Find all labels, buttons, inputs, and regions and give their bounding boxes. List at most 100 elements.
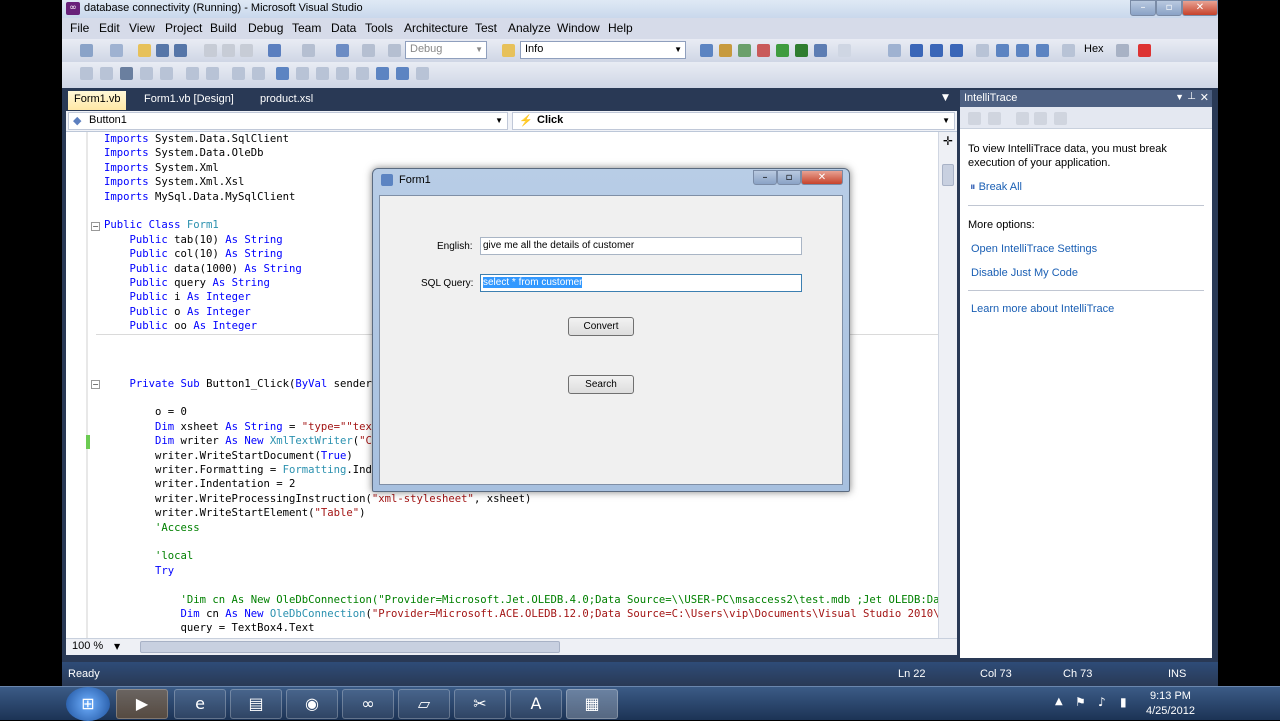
clear-bookmarks-icon[interactable] — [376, 67, 389, 80]
english-textbox[interactable]: give me all the details of customer — [480, 237, 802, 255]
signal-tray-icon[interactable]: ▮ — [1120, 695, 1127, 709]
align-centers-icon[interactable] — [100, 67, 113, 80]
event-combo[interactable]: ⚡ Click ▼ — [512, 112, 955, 130]
copy-icon[interactable] — [222, 44, 235, 57]
add-item-icon[interactable] — [110, 44, 123, 57]
indent-icon[interactable] — [206, 67, 219, 80]
show-next-statement-icon[interactable] — [976, 44, 989, 57]
calls-view-icon[interactable] — [988, 112, 1001, 125]
tab-dropdown-icon[interactable]: ▼ — [942, 93, 949, 103]
start-debug-icon[interactable] — [388, 44, 401, 57]
menu-help[interactable]: Help — [608, 21, 633, 35]
hex-toggle[interactable]: Hex — [1084, 43, 1104, 55]
bookmark-icon[interactable] — [276, 67, 289, 80]
zoom-level[interactable]: 100 % — [72, 640, 103, 652]
tools-taskbar-icon[interactable]: ✂ — [454, 689, 506, 719]
layout-more-icon[interactable] — [416, 67, 429, 80]
tray-expand-icon[interactable]: ▲ — [1055, 696, 1063, 707]
break-all-link[interactable]: ⏸ Break All — [970, 180, 1022, 194]
pointer-icon[interactable] — [120, 67, 133, 80]
next-bookmark-folder-icon[interactable] — [356, 67, 369, 80]
convert-button[interactable]: Convert — [568, 317, 634, 336]
properties-icon[interactable] — [719, 44, 732, 57]
break-all-toolbar-icon[interactable] — [910, 44, 923, 57]
split-icon[interactable]: ✛ — [943, 134, 953, 148]
chrome-taskbar-icon[interactable]: ◉ — [286, 689, 338, 719]
step-into-icon[interactable] — [996, 44, 1009, 57]
more-tools-icon[interactable] — [838, 44, 851, 57]
menu-data[interactable]: Data — [331, 21, 356, 35]
pin-icon[interactable]: ⊥ — [1187, 91, 1196, 102]
notepad-taskbar-icon[interactable]: ▱ — [398, 689, 450, 719]
visual-studio-taskbar-icon[interactable]: ∞ — [342, 689, 394, 719]
tab-product-xsl[interactable]: product.xsl — [254, 91, 319, 110]
stop-debug-icon[interactable] — [930, 44, 943, 57]
threads-icon[interactable] — [1116, 44, 1129, 57]
menu-debug[interactable]: Debug — [248, 21, 283, 35]
object-combo[interactable]: ◆ Button1 ▼ — [68, 112, 508, 130]
close-button[interactable]: ✕ — [1182, 0, 1218, 16]
search-icon[interactable] — [1034, 112, 1047, 125]
zoom-dropdown-icon[interactable]: ▼ — [114, 642, 120, 651]
step-over-icon[interactable] — [1016, 44, 1029, 57]
search-button[interactable]: Search — [568, 375, 634, 394]
menu-edit[interactable]: Edit — [99, 21, 120, 35]
maximize-button[interactable]: ▫ — [1156, 0, 1182, 16]
breakpoints-icon[interactable] — [1138, 44, 1151, 57]
font-size-icon[interactable] — [140, 67, 153, 80]
cut-icon[interactable] — [204, 44, 217, 57]
menu-file[interactable]: File — [70, 21, 89, 35]
menu-team[interactable]: Team — [292, 21, 321, 35]
prev-bookmark-folder-icon[interactable] — [336, 67, 349, 80]
media-center-taskbar-icon[interactable]: ▶ — [116, 689, 168, 719]
menu-tools[interactable]: Tools — [365, 21, 393, 35]
align-lefts-icon[interactable] — [80, 67, 93, 80]
save-all-icon[interactable] — [174, 44, 187, 57]
new-project-icon[interactable] — [80, 44, 93, 57]
find-combo[interactable]: Info ▼ — [520, 41, 686, 59]
step-out-icon[interactable] — [1036, 44, 1049, 57]
volume-tray-icon[interactable]: ♪ — [1098, 695, 1106, 709]
filter-icon[interactable] — [1016, 112, 1029, 125]
uncomment-icon[interactable] — [252, 67, 265, 80]
menu-build[interactable]: Build — [210, 21, 237, 35]
paste-icon[interactable] — [240, 44, 253, 57]
next-bookmark-icon[interactable] — [316, 67, 329, 80]
object-browser-icon[interactable] — [738, 44, 751, 57]
undo-icon[interactable] — [268, 44, 281, 57]
system-clock[interactable]: 9:13 PM 4/25/2012 — [1146, 689, 1195, 719]
fold-toggle-sub[interactable]: − — [91, 380, 100, 389]
editor-vertical-scrollbar[interactable]: ✛ — [938, 132, 957, 638]
toolbox-icon[interactable] — [757, 44, 770, 57]
panel-close-icon[interactable]: ✕ — [1200, 91, 1209, 104]
hscroll-thumb[interactable] — [140, 641, 560, 653]
menu-window[interactable]: Window — [557, 21, 600, 35]
comment-icon[interactable] — [160, 67, 173, 80]
save-icon[interactable] — [156, 44, 169, 57]
watch-icon[interactable] — [1062, 44, 1075, 57]
comment-out-icon[interactable] — [232, 67, 245, 80]
start-page-icon[interactable] — [776, 44, 789, 57]
outdent-icon[interactable] — [186, 67, 199, 80]
toggle-bookmark-icon[interactable] — [396, 67, 409, 80]
continue-icon[interactable] — [888, 44, 901, 57]
events-view-icon[interactable] — [968, 112, 981, 125]
form1-taskbar-icon[interactable]: ▦ — [566, 689, 618, 719]
find-in-files-icon[interactable] — [502, 44, 515, 57]
tab-form1-vb[interactable]: Form1.vb — [68, 91, 127, 110]
form-close-button[interactable]: ✕ — [801, 170, 843, 185]
vscroll-thumb[interactable] — [942, 164, 954, 186]
menu-project[interactable]: Project — [165, 21, 202, 35]
start-button[interactable]: ⊞ — [66, 687, 110, 721]
form-minimize-button[interactable]: – — [753, 170, 777, 185]
explorer-taskbar-icon[interactable]: ▤ — [230, 689, 282, 719]
disable-just-my-code-link[interactable]: Disable Just My Code — [971, 266, 1078, 280]
prev-bookmark-icon[interactable] — [296, 67, 309, 80]
solution-config-combo[interactable]: Debug ▼ — [405, 41, 487, 59]
tab-form1-design[interactable]: Form1.vb [Design] — [138, 91, 240, 110]
extension-manager-icon[interactable] — [795, 44, 808, 57]
menu-test[interactable]: Test — [475, 21, 497, 35]
sql-query-textbox[interactable]: select * from customer — [480, 274, 802, 292]
fold-toggle-class[interactable]: − — [91, 222, 100, 231]
restart-icon[interactable] — [950, 44, 963, 57]
